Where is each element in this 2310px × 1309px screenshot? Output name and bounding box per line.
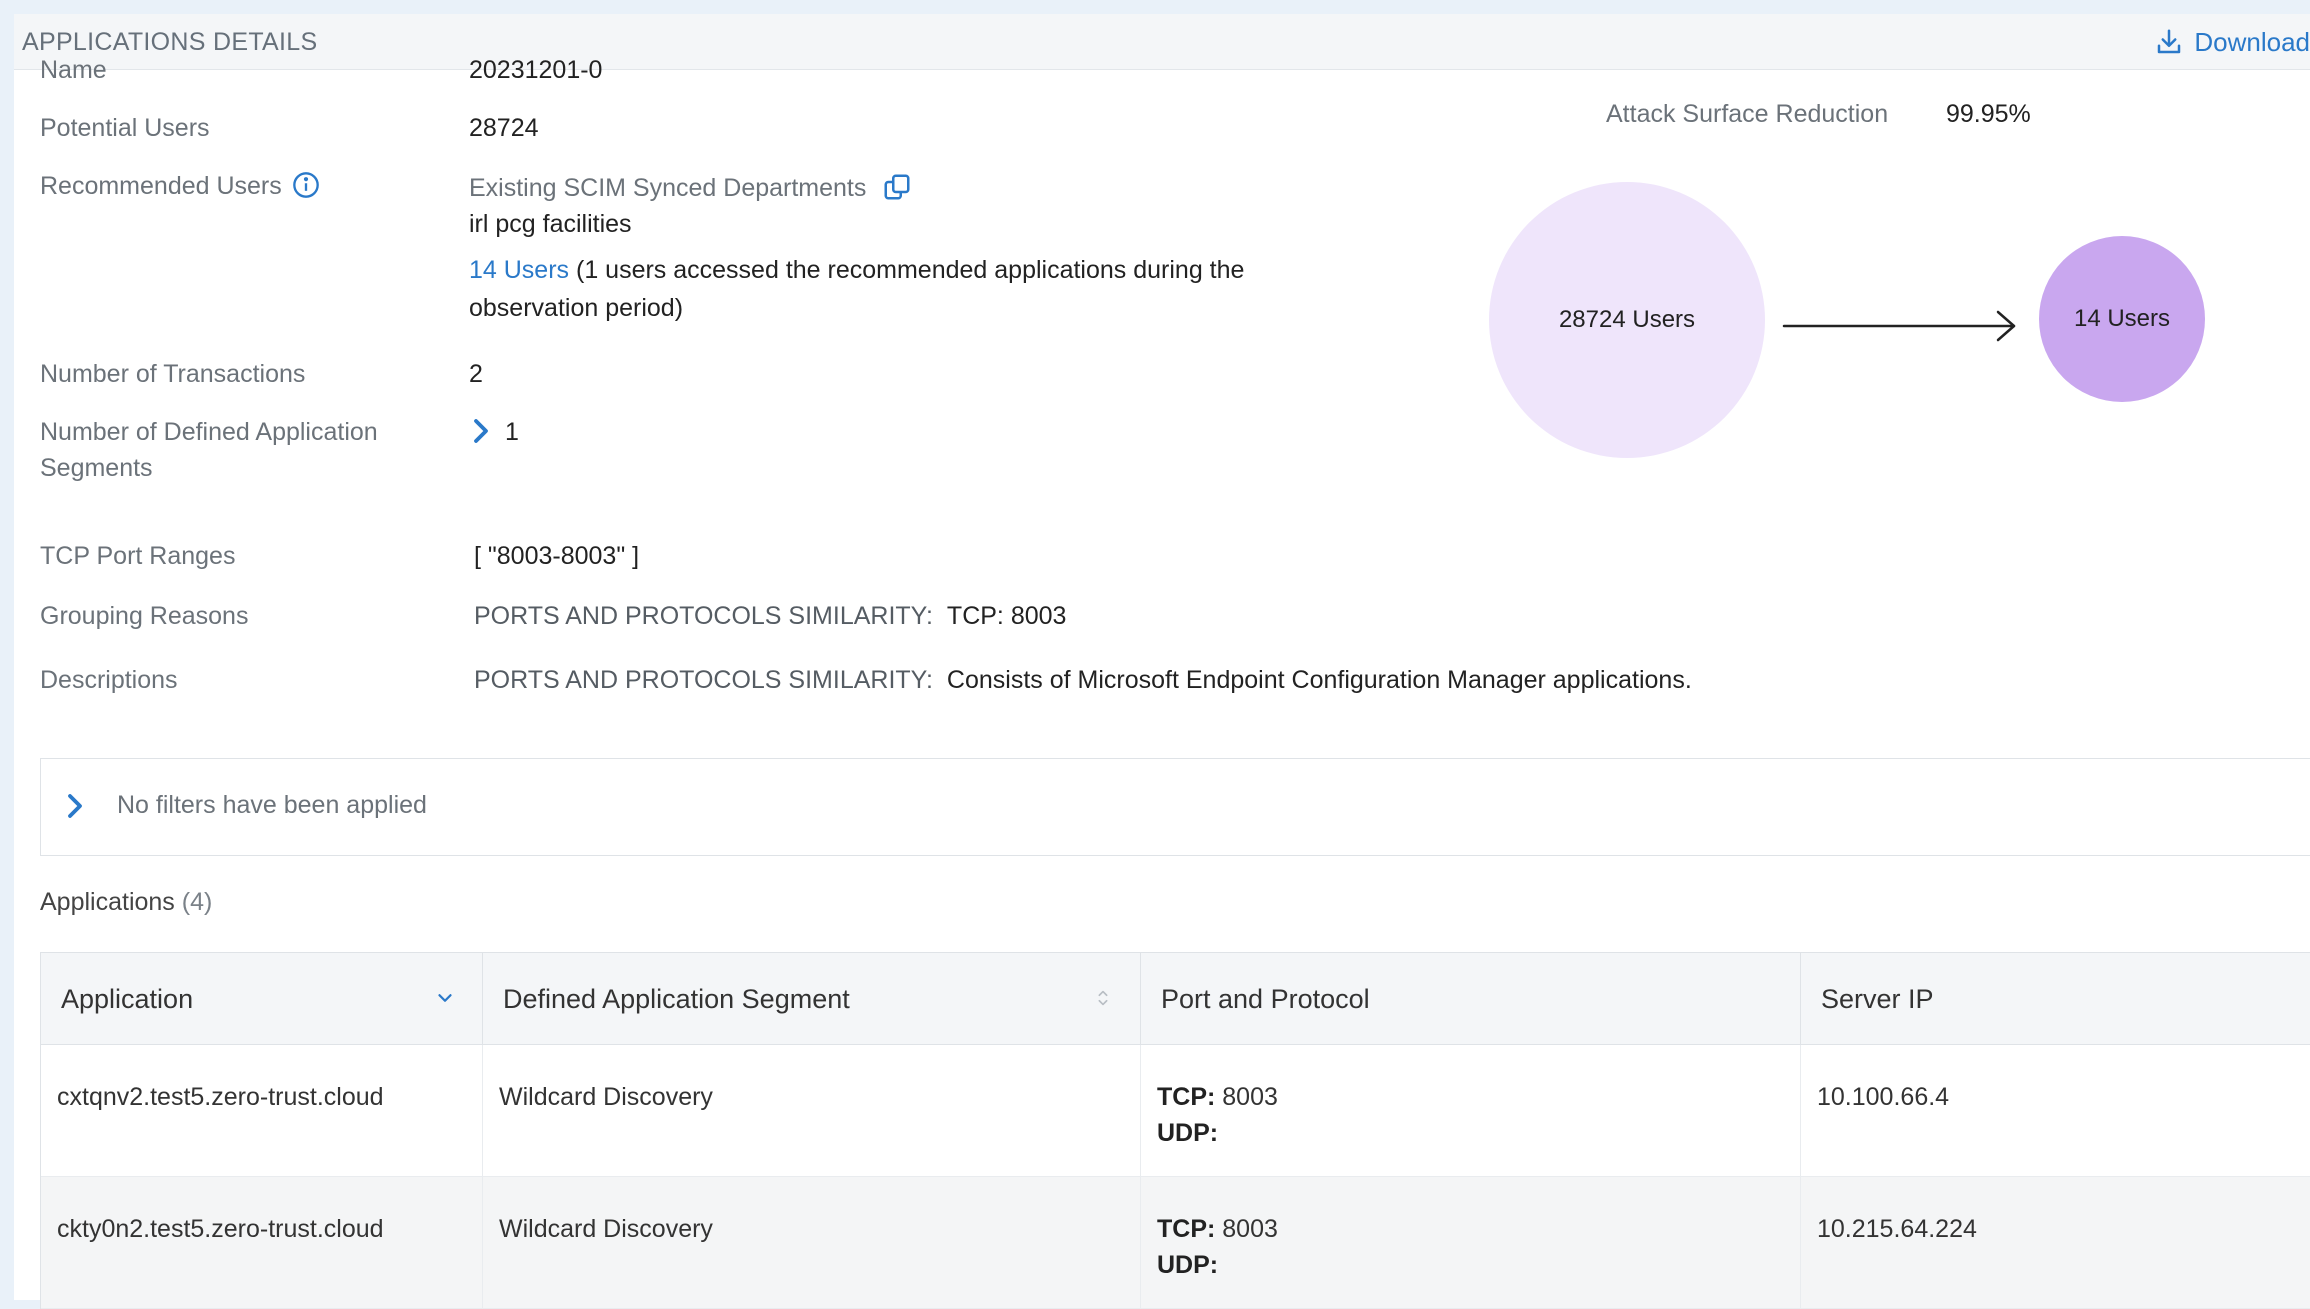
applications-count: (4) (181, 888, 213, 916)
sort-icon[interactable] (1092, 987, 1114, 1009)
description-key: PORTS AND PROTOCOLS SIMILARITY: (474, 666, 933, 694)
recommended-users-note-line2: observation period) (469, 294, 684, 322)
udp-label: UDP: (1157, 1119, 1219, 1147)
column-header-server-ip[interactable]: Server IP (1801, 953, 2310, 1045)
grouping-reason-key: PORTS AND PROTOCOLS SIMILARITY: (474, 602, 933, 630)
tcp-port-ranges-value: [ "8003-8003" ] (474, 542, 640, 570)
segments-label: Number of Defined Application Segments (40, 414, 378, 486)
table-row[interactable]: ckty0n2.test5.zero-trust.cloud Wildcard … (41, 1177, 2310, 1309)
application-cell: ckty0n2.test5.zero-trust.cloud (41, 1177, 483, 1309)
segments-value: 1 (469, 414, 519, 450)
name-value: 20231201-0 (469, 56, 603, 84)
tcp-port-ranges-label: TCP Port Ranges (40, 542, 236, 570)
copy-icon[interactable] (882, 172, 912, 202)
segment-cell: Wildcard Discovery (483, 1177, 1141, 1309)
panel-header: APPLICATIONS DETAILS Download (14, 14, 2310, 70)
recommended-users-circle-label: 14 Users (2073, 305, 2171, 332)
potential-users-label: Potential Users (40, 114, 210, 142)
segments-label-line1: Number of Defined Application (40, 418, 378, 446)
tcp-value: 8003 (1222, 1215, 1278, 1243)
recommended-users-link[interactable]: 14 Users (469, 256, 569, 284)
potential-users-circle: 28724 Users (1489, 182, 1765, 458)
column-header-label: Server IP (1821, 983, 1934, 1014)
segment-cell: Wildcard Discovery (483, 1045, 1141, 1177)
recommended-source-text: Existing SCIM Synced Departments (469, 174, 867, 202)
recommended-users-note: 14 Users (1 users accessed the recommend… (469, 252, 1244, 288)
descriptions-value: PORTS AND PROTOCOLS SIMILARITY: Consists … (474, 662, 1692, 698)
filter-status-text[interactable]: No filters have been applied (117, 791, 427, 820)
filter-bar[interactable]: No filters have been applied (40, 758, 2310, 856)
applications-heading-text: Applications (40, 888, 175, 916)
port-protocol-cell: TCP: 8003 UDP: (1141, 1177, 1801, 1309)
recommended-users-note-line1: (1 users accessed the recommended applic… (576, 256, 1245, 284)
column-header-port-protocol[interactable]: Port and Protocol (1141, 953, 1801, 1045)
column-header-label: Defined Application Segment (503, 983, 850, 1014)
download-icon (2158, 29, 2181, 54)
info-icon[interactable] (292, 171, 320, 199)
application-cell: cxtqnv2.test5.zero-trust.cloud (41, 1045, 483, 1177)
column-header-label: Port and Protocol (1161, 983, 1370, 1014)
column-header-label: Application (61, 983, 194, 1014)
recommended-source: Existing SCIM Synced Departments (469, 170, 912, 206)
table-header: Application Defined Application Segment … (41, 953, 2310, 1045)
attack-surface-label: Attack Surface Reduction (1606, 100, 1889, 128)
applications-table: Application Defined Application Segment … (40, 952, 2310, 1309)
recommended-department: irl pcg facilities (469, 210, 632, 238)
grouping-reason-value: TCP: 8003 (946, 602, 1067, 630)
applications-details-panel: APPLICATIONS DETAILS Download Name 20231… (14, 14, 2310, 1309)
grouping-reasons-value: PORTS AND PROTOCOLS SIMILARITY: TCP: 8003 (474, 598, 1066, 634)
applications-heading: Applications (4) (40, 888, 212, 917)
udp-label: UDP: (1157, 1251, 1219, 1279)
transactions-value: 2 (469, 360, 483, 388)
recommended-users-label-text: Recommended Users (40, 172, 282, 200)
name-label: Name (40, 56, 107, 84)
port-protocol-cell: TCP: 8003 UDP: (1141, 1045, 1801, 1177)
tcp-label: TCP: (1157, 1215, 1216, 1243)
chevron-right-icon[interactable] (469, 416, 493, 446)
tcp-label: TCP: (1157, 1083, 1216, 1111)
chevron-right-icon[interactable] (63, 791, 87, 821)
recommended-users-circle: 14 Users (2039, 236, 2205, 402)
potential-users-circle-label: 28724 Users (1558, 306, 1696, 333)
table-row[interactable]: cxtqnv2.test5.zero-trust.cloud Wildcard … (41, 1045, 2310, 1177)
grouping-reasons-label: Grouping Reasons (40, 602, 249, 630)
arrow-right-icon (1782, 310, 2016, 342)
recommended-users-label: Recommended Users (40, 168, 320, 204)
descriptions-label: Descriptions (40, 666, 178, 694)
tcp-value: 8003 (1222, 1083, 1278, 1111)
description-value: Consists of Microsoft Endpoint Configura… (946, 666, 1692, 694)
download-button[interactable]: Download (2154, 24, 2310, 60)
segments-count: 1 (505, 418, 519, 446)
chevron-down-icon[interactable] (434, 987, 456, 1009)
column-header-segment[interactable]: Defined Application Segment (483, 953, 1141, 1045)
attack-surface-value: 99.95% (1946, 100, 2031, 128)
potential-users-value: 28724 (469, 114, 539, 142)
download-label: Download (2194, 26, 2310, 57)
column-header-application[interactable]: Application (41, 953, 483, 1045)
segments-label-line2: Segments (40, 454, 153, 482)
server-ip-cell: 10.100.66.4 (1817, 1083, 1950, 1111)
server-ip-cell: 10.215.64.224 (1817, 1215, 1977, 1243)
transactions-label: Number of Transactions (40, 360, 306, 388)
